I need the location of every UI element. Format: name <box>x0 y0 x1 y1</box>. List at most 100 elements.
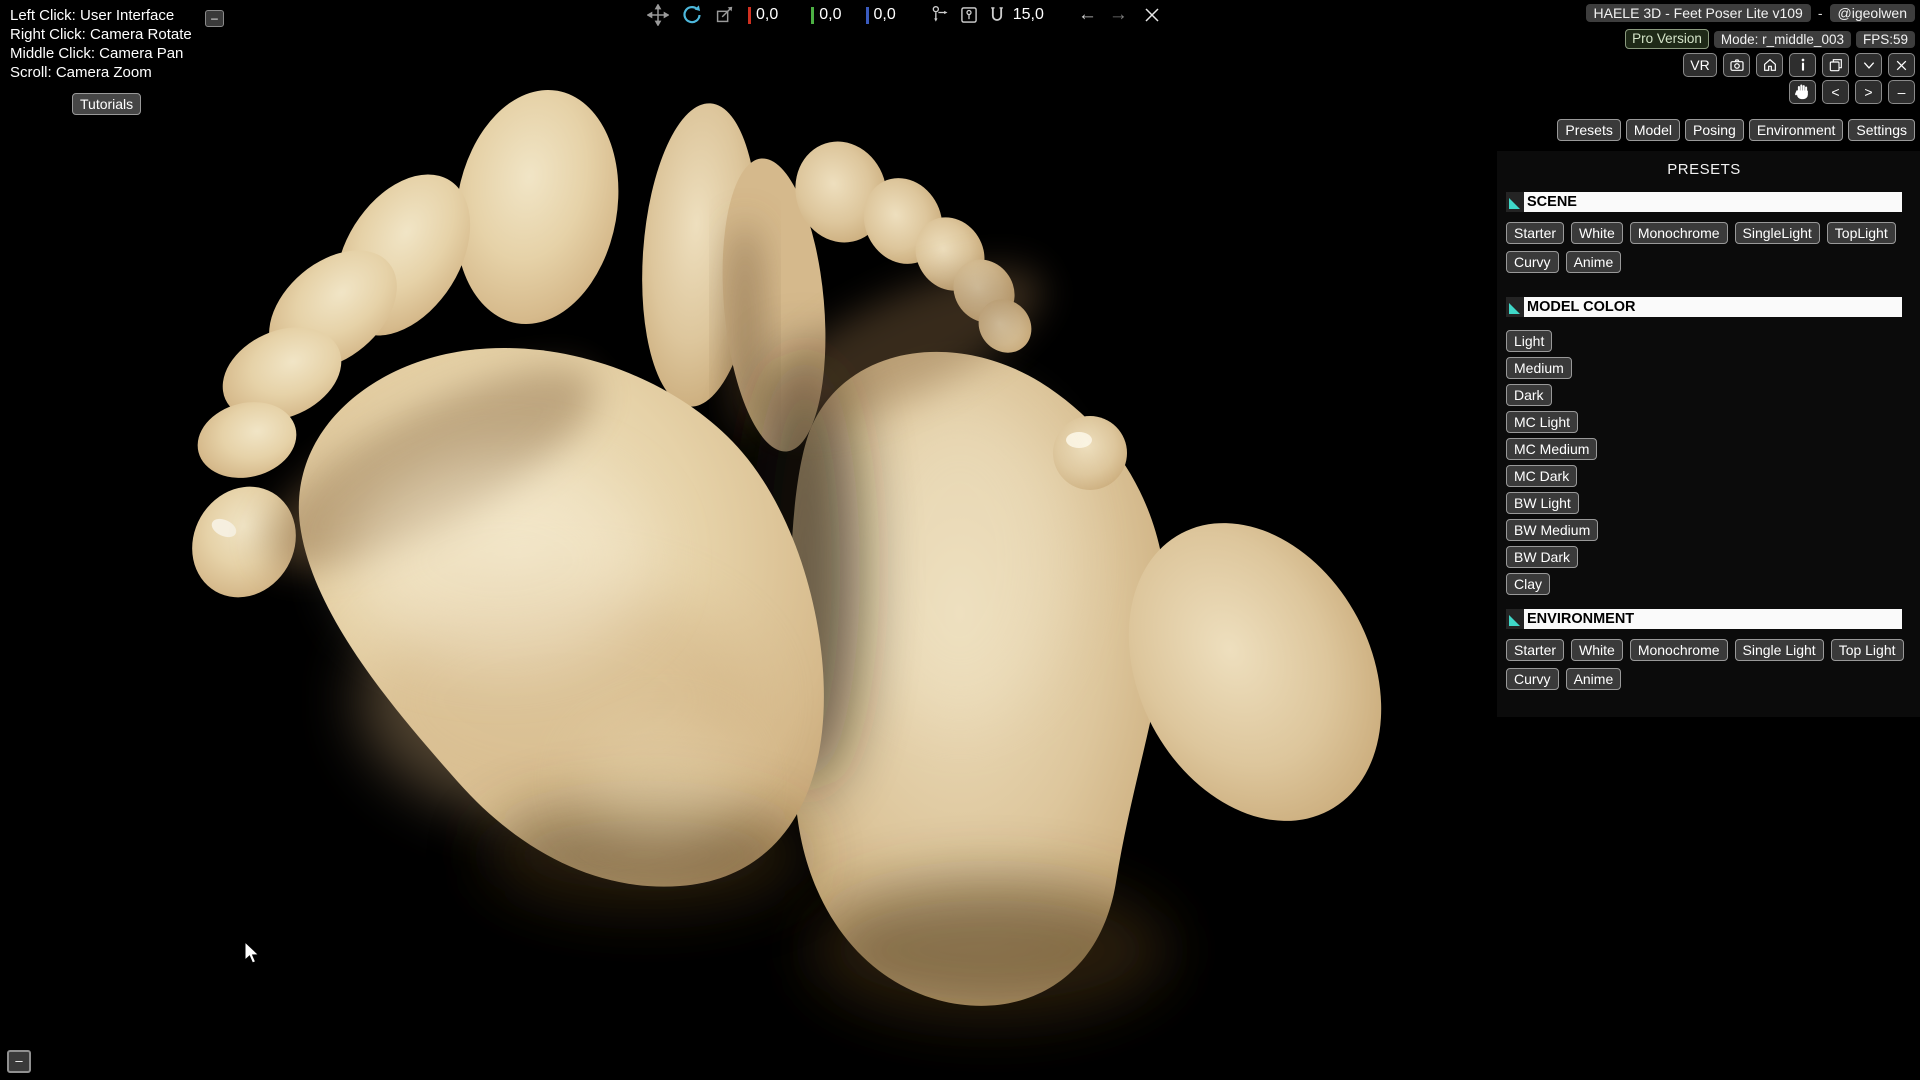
deselect-icon[interactable] <box>1140 3 1164 27</box>
scene-preset-monochrome[interactable]: Monochrome <box>1630 222 1728 244</box>
app-title: HAELE 3D - Feet Poser Lite v109 <box>1586 4 1811 22</box>
environment-section-header[interactable]: ENVIRONMENT <box>1506 609 1902 629</box>
model-color-clay[interactable]: Clay <box>1506 573 1550 595</box>
model-color-medium[interactable]: Medium <box>1506 357 1572 379</box>
environment-section-title: ENVIRONMENT <box>1524 609 1902 629</box>
undo-button[interactable]: ← <box>1078 3 1097 27</box>
screenshot-button[interactable] <box>1723 53 1750 77</box>
scene-preset-white[interactable]: White <box>1571 222 1623 244</box>
environment-collapse-button[interactable] <box>1506 609 1524 629</box>
y-axis-bar <box>811 7 814 24</box>
environment-preset-single-light[interactable]: Single Light <box>1735 639 1824 661</box>
help-overlay: Left Click: User Interface Right Click: … <box>10 6 192 82</box>
collapse-triangle-icon <box>1509 303 1520 314</box>
panel-title: PRESETS <box>1506 161 1902 178</box>
environment-preset-starter[interactable]: Starter <box>1506 639 1564 661</box>
help-line: Middle Click: Camera Pan <box>10 44 192 63</box>
tab-environment[interactable]: Environment <box>1749 119 1844 141</box>
environment-buttons-row1: Starter White Monochrome Single Light To… <box>1506 639 1920 661</box>
collapse-triangle-icon <box>1509 198 1520 209</box>
status-row: Pro Version Mode: r_middle_003 FPS:59 <box>1625 29 1915 49</box>
gizmo-x-value: 0,0 <box>748 6 778 24</box>
collapse-ui-button[interactable] <box>1855 53 1882 77</box>
scene-preset-starter[interactable]: Starter <box>1506 222 1564 244</box>
mouse-cursor <box>243 941 265 967</box>
scene-preset-curvy[interactable]: Curvy <box>1506 251 1559 273</box>
minimize-panel-button[interactable]: – <box>1888 80 1915 104</box>
model-color-mc-dark[interactable]: MC Dark <box>1506 465 1577 487</box>
scene-buttons-row1: Starter White Monochrome SingleLight Top… <box>1506 222 1920 244</box>
scene-preset-anime[interactable]: Anime <box>1566 251 1622 273</box>
vr-button[interactable]: VR <box>1683 53 1717 77</box>
model-color-mc-light[interactable]: MC Light <box>1506 411 1578 433</box>
environment-preset-curvy[interactable]: Curvy <box>1506 668 1559 690</box>
environment-preset-monochrome[interactable]: Monochrome <box>1630 639 1728 661</box>
chevron-down-icon <box>1862 58 1876 72</box>
scene-preset-singlelight[interactable]: SingleLight <box>1735 222 1820 244</box>
tab-model[interactable]: Model <box>1626 119 1680 141</box>
model-color-mc-medium[interactable]: MC Medium <box>1506 438 1597 460</box>
bounds-icon[interactable] <box>957 3 981 27</box>
rotate-tool-icon[interactable] <box>680 3 704 27</box>
window-controls: VR <box>1683 53 1915 77</box>
x-axis-bar <box>748 7 751 24</box>
presets-panel: PRESETS SCENE Starter White Monochrome S… <box>1497 151 1920 717</box>
titlebar: HAELE 3D - Feet Poser Lite v109 - @igeol… <box>1586 4 1915 22</box>
snap-value: 15,0 <box>1013 6 1044 24</box>
help-line: Right Click: Camera Rotate <box>10 25 192 44</box>
scene-buttons-row2: Curvy Anime <box>1506 251 1920 273</box>
pivot-gizmo-icon[interactable] <box>928 3 952 27</box>
info-button[interactable] <box>1789 53 1816 77</box>
author-handle: @igeolwen <box>1830 4 1915 22</box>
model-color-bw-medium[interactable]: BW Medium <box>1506 519 1598 541</box>
pro-version-badge: Pro Version <box>1625 29 1709 49</box>
help-minimize-button[interactable]: – <box>205 10 224 27</box>
model-color-collapse-button[interactable] <box>1506 297 1524 317</box>
model-color-bw-dark[interactable]: BW Dark <box>1506 546 1578 568</box>
fps-counter: FPS:59 <box>1856 31 1915 48</box>
scene-collapse-button[interactable] <box>1506 192 1524 212</box>
tab-posing[interactable]: Posing <box>1685 119 1744 141</box>
model-color-section-header[interactable]: MODEL COLOR <box>1506 297 1902 317</box>
scene-preset-toplight[interactable]: TopLight <box>1827 222 1896 244</box>
gizmo-y-value: 0,0 <box>811 6 841 24</box>
model-color-buttons: Light Medium Dark MC Light MC Medium MC … <box>1506 330 1920 595</box>
model-color-section-title: MODEL COLOR <box>1524 297 1902 317</box>
mode-indicator: Mode: r_middle_003 <box>1714 31 1851 48</box>
tab-settings[interactable]: Settings <box>1848 119 1915 141</box>
next-button[interactable]: > <box>1855 80 1882 104</box>
environment-preset-top-light[interactable]: Top Light <box>1831 639 1904 661</box>
camera-icon <box>1729 57 1745 73</box>
hand-mode-button[interactable] <box>1789 80 1816 104</box>
redo-button[interactable]: → <box>1109 3 1128 27</box>
layers-button[interactable] <box>1822 53 1849 77</box>
layers-icon <box>1828 57 1844 73</box>
transform-toolbar: 0,0 0,0 0,0 15,0 ← → <box>646 3 1164 27</box>
close-button[interactable] <box>1888 53 1915 77</box>
title-separator: - <box>1818 5 1823 21</box>
environment-preset-anime[interactable]: Anime <box>1566 668 1622 690</box>
home-button[interactable] <box>1756 53 1783 77</box>
info-icon <box>1795 57 1811 73</box>
move-tool-icon[interactable] <box>646 3 670 27</box>
help-line: Left Click: User Interface <box>10 6 192 25</box>
collapse-triangle-icon <box>1509 615 1520 626</box>
prev-button[interactable]: < <box>1822 80 1849 104</box>
scale-tool-icon[interactable] <box>712 3 736 27</box>
tutorials-button[interactable]: Tutorials <box>72 93 141 115</box>
model-color-dark[interactable]: Dark <box>1506 384 1552 406</box>
environment-preset-white[interactable]: White <box>1571 639 1623 661</box>
scene-section-title: SCENE <box>1524 192 1902 212</box>
close-icon <box>1895 59 1908 72</box>
tab-presets[interactable]: Presets <box>1557 119 1620 141</box>
model-color-light[interactable]: Light <box>1506 330 1552 352</box>
scene-section-header[interactable]: SCENE <box>1506 192 1902 212</box>
snap-magnet-icon[interactable] <box>985 3 1009 27</box>
hand-icon <box>1794 83 1812 101</box>
model-color-bw-light[interactable]: BW Light <box>1506 492 1579 514</box>
nav-tabs: Presets Model Posing Environment Setting… <box>1557 119 1915 141</box>
corner-minimize-button[interactable]: – <box>7 1050 31 1073</box>
gizmo-z-value: 0,0 <box>866 6 896 24</box>
home-icon <box>1762 57 1778 73</box>
environment-buttons-row2: Curvy Anime <box>1506 668 1920 690</box>
